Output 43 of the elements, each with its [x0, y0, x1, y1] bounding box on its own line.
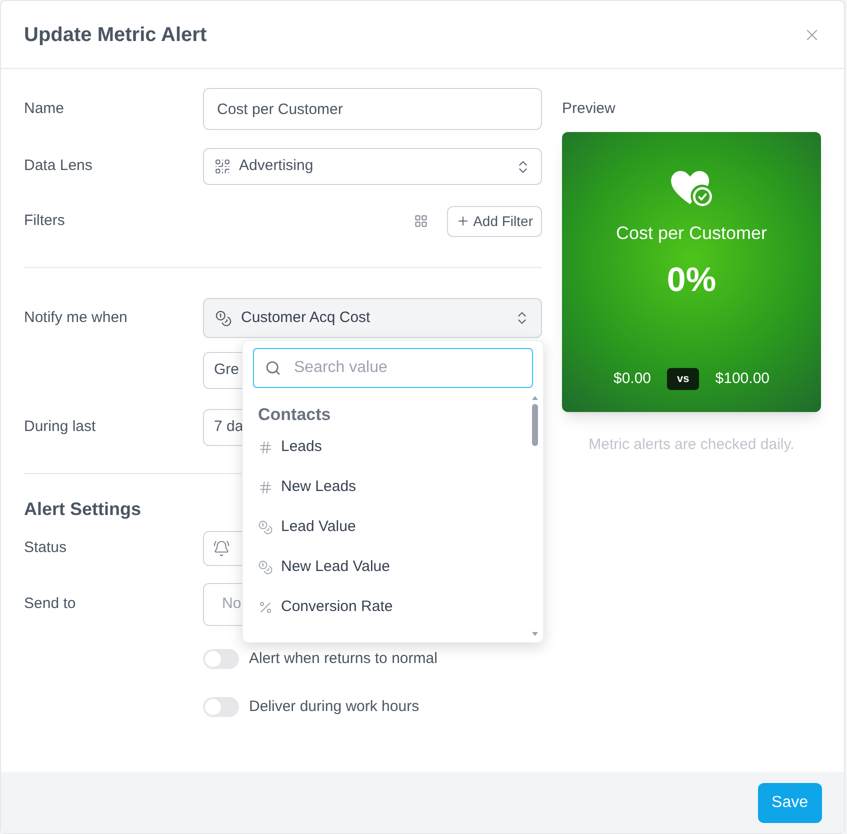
section-heading: Alert Settings	[24, 498, 142, 521]
percent-icon	[258, 600, 273, 615]
hash-icon	[258, 440, 273, 455]
name-field[interactable]: Cost per Customer	[203, 88, 542, 130]
field-label: Notify me when	[24, 308, 128, 328]
preview-value: 0%	[666, 260, 716, 301]
plus-icon	[456, 214, 470, 228]
toggle-label: Alert when returns to normal	[249, 649, 438, 669]
preview-label: Preview	[562, 98, 616, 119]
preview-title: Cost per Customer	[616, 222, 768, 245]
option-item[interactable]: Conversion Rate	[258, 588, 531, 628]
qr-icon	[214, 158, 231, 175]
target-value: $100.00	[715, 368, 770, 388]
search-icon	[265, 360, 281, 376]
metric-select[interactable]: Customer Acq Cost	[203, 298, 542, 338]
search-field[interactable]: Search value	[253, 348, 533, 388]
field-label: Send to	[24, 594, 77, 614]
toggle-label: Deliver during work hours	[249, 696, 420, 716]
hash-icon	[258, 480, 273, 495]
grid-icon[interactable]	[414, 214, 428, 228]
toggle-switch[interactable]	[203, 696, 239, 717]
coins-icon	[258, 560, 273, 575]
heart-check-icon	[668, 170, 714, 208]
add-filter-button[interactable]: Add Filter	[447, 206, 542, 236]
coins-icon	[258, 520, 273, 535]
field-label: Data Lens	[24, 156, 94, 176]
bell-icon	[213, 540, 230, 557]
option-item[interactable]: Lead Value	[258, 508, 531, 548]
data-lens-select[interactable]: Advertising	[203, 148, 542, 185]
group-heading: Contacts	[258, 404, 332, 426]
vs-badge: vs	[667, 368, 700, 390]
dialog-title: Update Metric Alert	[24, 22, 207, 48]
toggle-switch[interactable]	[203, 649, 239, 670]
current-value: $0.00	[613, 368, 652, 388]
option-item[interactable]: New Lead Value	[258, 548, 531, 588]
field-label: Filters	[24, 210, 66, 231]
preview-note: Metric alerts are checked daily.	[588, 435, 796, 455]
option-item[interactable]: New Leads	[258, 468, 531, 508]
field-label: Name	[24, 98, 66, 119]
field-label: Status	[24, 538, 68, 558]
option-item[interactable]: Leads	[258, 428, 531, 468]
field-label: During last	[24, 417, 97, 438]
coins-icon	[215, 310, 232, 326]
